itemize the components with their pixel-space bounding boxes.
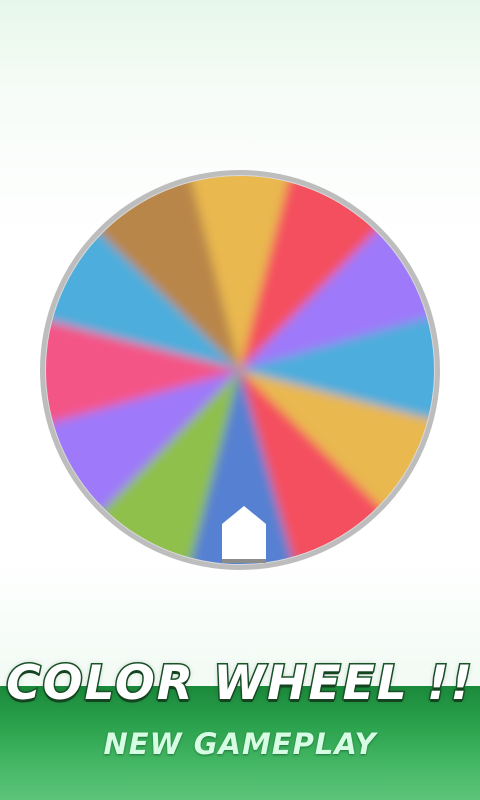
game-subtitle: NEW GAMEPLAY	[103, 727, 377, 761]
game-title: COLOR WHEEL !!	[5, 655, 474, 713]
pointer-body	[222, 506, 266, 559]
pointer-base	[222, 559, 266, 563]
pointer-arrow-icon	[222, 506, 266, 563]
game-screen: { "title": "COLOR WHEEL !!", "subtitle":…	[0, 0, 480, 800]
